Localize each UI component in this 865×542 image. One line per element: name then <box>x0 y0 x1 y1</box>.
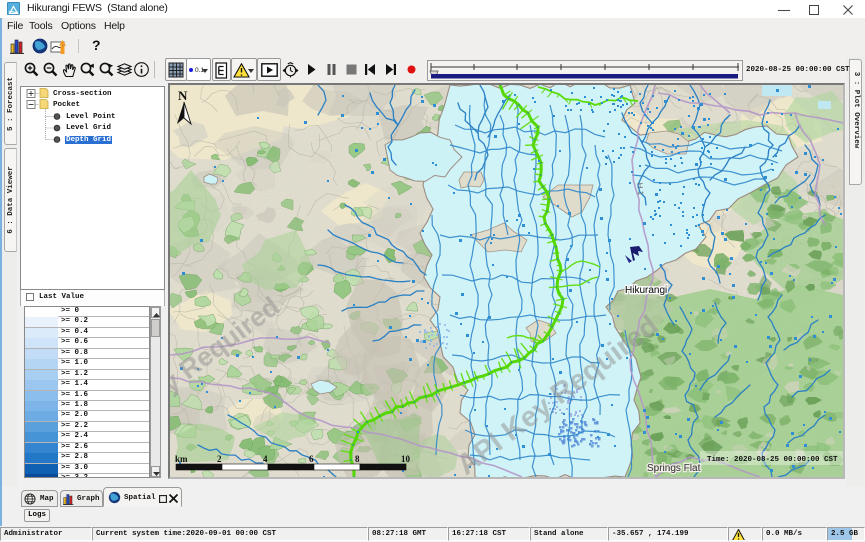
svg-text:Time: 2020-08-25 00:00:00 CST: Time: 2020-08-25 00:00:00 CST <box>707 456 838 464</box>
svg-text:N: N <box>178 88 188 103</box>
svg-text:10: 10 <box>401 454 411 464</box>
svg-text:H 1: H 1 <box>635 182 645 196</box>
svg-text:Springs Flat: Springs Flat <box>647 463 701 474</box>
svg-text:2: 2 <box>217 454 222 464</box>
svg-text:8: 8 <box>355 454 360 464</box>
svg-text:Hikurangi: Hikurangi <box>625 285 667 296</box>
svg-text:6: 6 <box>309 454 314 464</box>
svg-text:km: km <box>175 454 188 464</box>
svg-text:4: 4 <box>263 454 268 464</box>
